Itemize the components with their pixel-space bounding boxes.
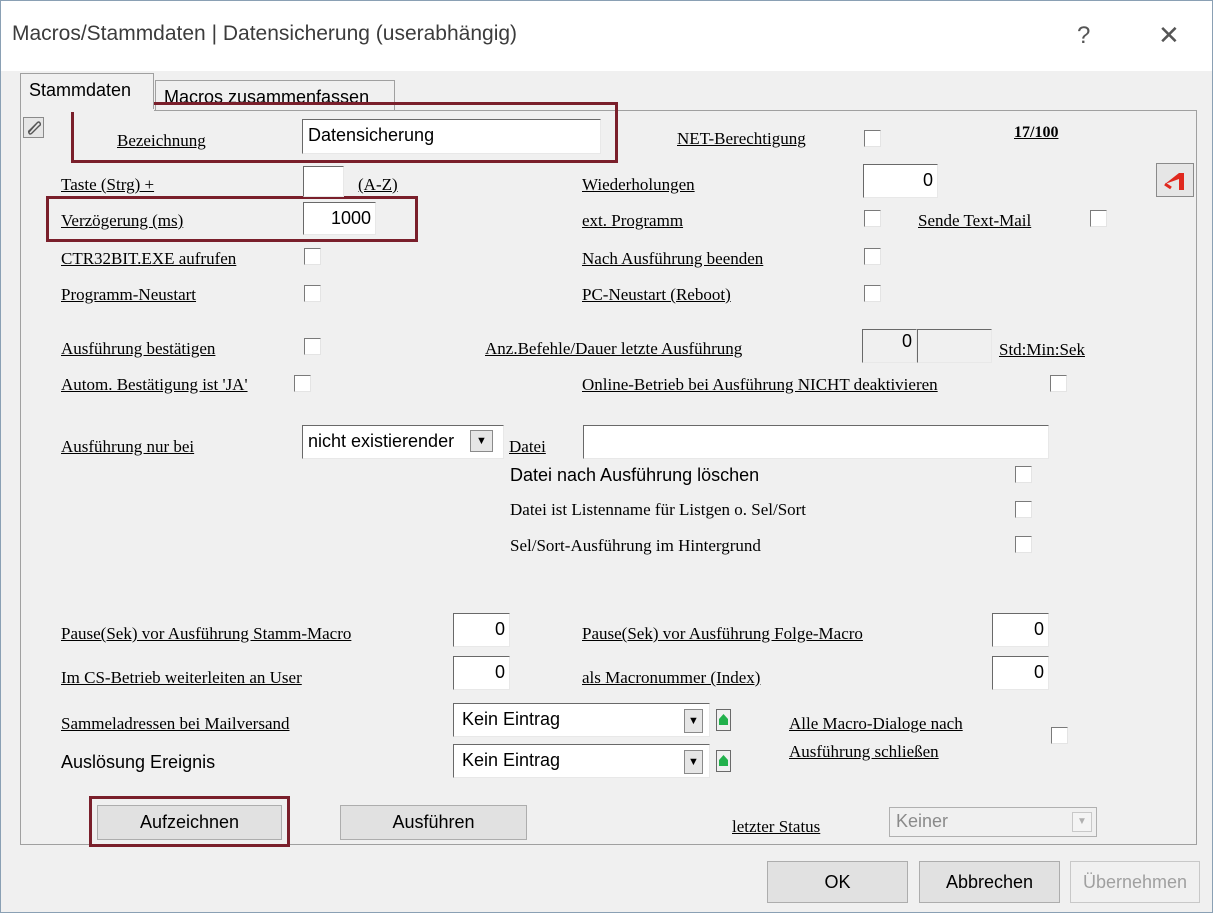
alle-dialoge-label-line2: Ausführung schließen bbox=[789, 742, 939, 761]
chevron-down-icon[interactable]: ▼ bbox=[684, 709, 703, 733]
datei-label: Datei bbox=[509, 437, 546, 456]
sammeladressen-label: Sammeladressen bei Mailversand bbox=[61, 714, 290, 733]
pc-neustart-label: PC-Neustart (Reboot) bbox=[582, 285, 731, 304]
autom-bestaetigung-label: Autom. Bestätigung ist 'JA' bbox=[61, 375, 248, 394]
letzter-status-select: Keiner ▼ bbox=[889, 807, 1097, 837]
dauer-output bbox=[917, 329, 992, 363]
nach-ausfuehrung-beenden-label: Nach Ausführung beenden bbox=[582, 249, 764, 268]
anz-befehle-output: 0 bbox=[862, 329, 917, 363]
wiederholungen-input[interactable]: 0 bbox=[863, 164, 938, 198]
online-betrieb-label: Online-Betrieb bei Ausführung NICHT deak… bbox=[582, 375, 938, 394]
online-betrieb-checkbox[interactable] bbox=[1050, 375, 1067, 392]
cs-weiterleiten-input[interactable]: 0 bbox=[453, 656, 510, 690]
pause-folge-input[interactable]: 0 bbox=[992, 613, 1049, 647]
green-arrow-up-icon[interactable] bbox=[716, 750, 731, 772]
chevron-down-icon[interactable]: ▼ bbox=[470, 430, 493, 452]
programm-neustart-label: Programm-Neustart bbox=[61, 285, 197, 304]
ausloesung-label: Auslösung Ereignis bbox=[61, 752, 216, 772]
ctr32bit-checkbox[interactable] bbox=[304, 248, 321, 265]
macronummer-label: als Macronummer (Index) bbox=[582, 668, 761, 687]
pause-stamm-label: Pause(Sek) vor Ausführung Stamm-Macro bbox=[61, 624, 352, 643]
sammeladressen-select[interactable]: Kein Eintrag ▼ bbox=[453, 703, 710, 737]
help-icon[interactable]: ? bbox=[1077, 22, 1090, 50]
ext-programm-checkbox[interactable] bbox=[864, 210, 881, 227]
ausloesung-value: Kein Eintrag bbox=[462, 750, 561, 770]
letzter-status-label: letzter Status bbox=[732, 817, 821, 836]
anz-befehle-label: Anz.Befehle/Dauer letzte Ausführung bbox=[485, 339, 743, 358]
ok-button[interactable]: OK bbox=[767, 861, 908, 903]
tab-stammdaten[interactable]: Stammdaten bbox=[20, 73, 154, 111]
cs-weiterleiten-label: Im CS-Betrieb weiterleiten an User bbox=[61, 668, 302, 687]
alle-dialoge-checkbox[interactable] bbox=[1051, 727, 1068, 744]
pc-neustart-checkbox[interactable] bbox=[864, 285, 881, 302]
uebernehmen-button: Übernehmen bbox=[1070, 861, 1200, 903]
pdf-export-icon[interactable] bbox=[1156, 163, 1194, 197]
verzoegerung-input[interactable]: 1000 bbox=[303, 202, 376, 235]
datei-loeschen-checkbox[interactable] bbox=[1015, 466, 1032, 483]
net-berechtigung-checkbox[interactable] bbox=[864, 130, 881, 147]
taste-suffix-label: (A-Z) bbox=[358, 175, 398, 194]
nach-ausfuehrung-beenden-checkbox[interactable] bbox=[864, 248, 881, 265]
alle-dialoge-label-line1: Alle Macro-Dialoge nach bbox=[789, 714, 963, 733]
green-arrow-up-icon[interactable] bbox=[716, 709, 731, 731]
verzoegerung-label: Verzögerung (ms) bbox=[61, 211, 184, 230]
chevron-down-icon: ▼ bbox=[1072, 812, 1092, 832]
taste-label: Taste (Strg) + bbox=[61, 175, 155, 194]
net-berechtigung-label: NET-Berechtigung bbox=[677, 129, 806, 148]
aufzeichnen-button[interactable]: Aufzeichnen bbox=[97, 805, 282, 840]
bezeichnung-label: Bezeichnung bbox=[117, 131, 206, 150]
sel-sort-hintergrund-label: Sel/Sort-Ausführung im Hintergrund bbox=[510, 536, 761, 555]
tab-stammdaten-label: Stammdaten bbox=[29, 80, 132, 100]
sammeladressen-value: Kein Eintrag bbox=[462, 709, 561, 729]
ausfuehren-button[interactable]: Ausführen bbox=[340, 805, 527, 840]
macronummer-input[interactable]: 0 bbox=[992, 656, 1049, 690]
wiederholungen-label: Wiederholungen bbox=[582, 175, 695, 194]
bezeichnung-input[interactable]: Datensicherung bbox=[302, 119, 601, 154]
datei-listenname-label: Datei ist Listenname für Listgen o. Sel/… bbox=[510, 500, 807, 519]
window-title: Macros/Stammdaten | Datensicherung (user… bbox=[12, 22, 518, 45]
letzter-status-value: Keiner bbox=[896, 811, 949, 831]
sende-text-mail-label: Sende Text-Mail bbox=[918, 211, 1032, 230]
ausfuehrung-nur-bei-label: Ausführung nur bei bbox=[61, 437, 195, 456]
programm-neustart-checkbox[interactable] bbox=[304, 285, 321, 302]
paperclip-icon[interactable] bbox=[23, 117, 44, 138]
ausfuehrung-nur-bei-value: nicht existierender bbox=[308, 431, 455, 451]
taste-input[interactable] bbox=[303, 166, 344, 197]
chevron-down-icon[interactable]: ▼ bbox=[684, 750, 703, 774]
ausfuehrung-bestaetigen-label: Ausführung bestätigen bbox=[61, 339, 216, 358]
ausfuehrung-bestaetigen-checkbox[interactable] bbox=[304, 338, 321, 355]
abbrechen-button[interactable]: Abbrechen bbox=[919, 861, 1060, 903]
pause-folge-label: Pause(Sek) vor Ausführung Folge-Macro bbox=[582, 624, 863, 643]
datei-listenname-checkbox[interactable] bbox=[1015, 501, 1032, 518]
ext-programm-label: ext. Programm bbox=[582, 211, 684, 230]
std-min-sek-label: Std:Min:Sek bbox=[999, 340, 1085, 359]
tab-join bbox=[21, 109, 154, 112]
autom-bestaetigung-checkbox[interactable] bbox=[294, 375, 311, 392]
macro-counter: 17/100 bbox=[1014, 124, 1059, 141]
ausloesung-select[interactable]: Kein Eintrag ▼ bbox=[453, 744, 710, 778]
pause-stamm-input[interactable]: 0 bbox=[453, 613, 510, 647]
datei-input[interactable] bbox=[583, 425, 1049, 459]
ctr32bit-label: CTR32BIT.EXE aufrufen bbox=[61, 249, 237, 268]
ausfuehrung-nur-bei-select[interactable]: nicht existierender ▼ bbox=[302, 425, 504, 459]
datei-loeschen-label: Datei nach Ausführung löschen bbox=[510, 465, 760, 485]
sende-text-mail-checkbox[interactable] bbox=[1090, 210, 1107, 227]
close-icon[interactable]: ✕ bbox=[1158, 20, 1180, 51]
sel-sort-hintergrund-checkbox[interactable] bbox=[1015, 536, 1032, 553]
